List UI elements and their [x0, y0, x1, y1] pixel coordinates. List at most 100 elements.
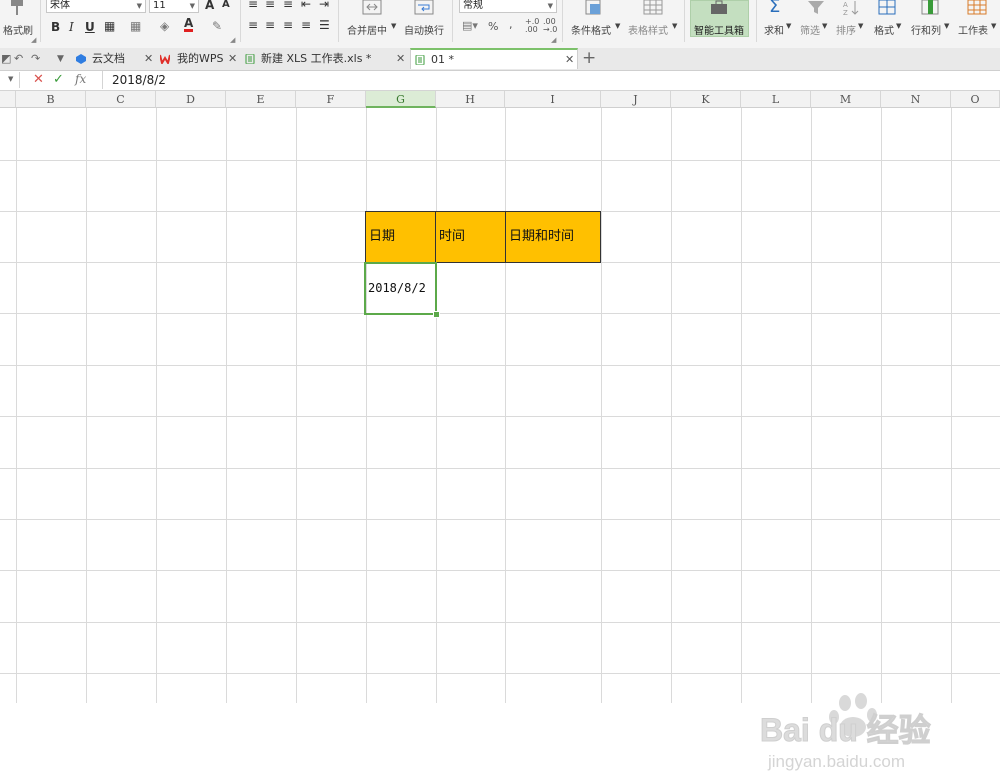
fill-color-icon[interactable]: ▦	[130, 19, 141, 33]
close-icon[interactable]: ✕	[228, 48, 237, 70]
chevron-down-icon[interactable]: ▼	[672, 22, 677, 30]
column-header[interactable]: I	[505, 91, 601, 108]
indent-increase-icon[interactable]: ⇥	[319, 0, 329, 11]
align-top-icon[interactable]: ≡	[248, 0, 258, 11]
cell-date-value[interactable]: 2018/8/2	[366, 263, 436, 314]
border-icon[interactable]: ▦	[104, 19, 115, 33]
font-grow-icon[interactable]: A	[205, 0, 214, 12]
redo-icon[interactable]: ↷	[31, 52, 40, 65]
thousands-icon[interactable]: ,	[509, 18, 513, 31]
merge-center-button[interactable]: 合并居中	[347, 22, 387, 37]
number-format-select[interactable]: 常规 ▼	[459, 0, 557, 13]
chevron-down-icon[interactable]: ▼	[391, 22, 396, 30]
align-middle-icon[interactable]: ≡	[265, 0, 275, 11]
align-right-icon[interactable]: ≡	[283, 18, 293, 32]
chevron-down-icon[interactable]: ▼	[615, 22, 620, 30]
filter-icon[interactable]	[806, 0, 826, 16]
sum-button[interactable]: 求和	[764, 22, 784, 37]
insert-function-icon[interactable]: fx	[75, 72, 86, 86]
font-color-a-icon[interactable]: A	[184, 17, 194, 32]
column-header[interactable]: M	[811, 91, 881, 108]
merge-center-icon[interactable]	[362, 0, 382, 16]
spreadsheet-grid[interactable]: B C D E F G H I J K L M N O 日期 时间 日期和时间 …	[0, 91, 1000, 771]
quick-access-dropdown-icon[interactable]: ▼	[57, 54, 64, 64]
justify-icon[interactable]: ≡	[301, 18, 311, 32]
row-header-corner[interactable]	[0, 91, 16, 108]
column-header[interactable]: C	[86, 91, 156, 108]
column-header[interactable]: B	[16, 91, 86, 108]
table-style-button[interactable]: 表格样式	[628, 22, 668, 37]
column-header[interactable]: H	[436, 91, 505, 108]
sort-button[interactable]: 排序	[836, 22, 856, 37]
bold-button[interactable]: B	[51, 20, 60, 34]
format-painter-label[interactable]: 格式刷	[3, 22, 33, 37]
wrap-text-button[interactable]: 自动换行	[404, 22, 444, 37]
filter-button[interactable]: 筛选	[800, 22, 820, 37]
column-header[interactable]: F	[296, 91, 366, 108]
increase-decimal-icon[interactable]: +.0.00	[525, 18, 539, 34]
sort-icon[interactable]: AZ	[841, 0, 861, 16]
cell-header-datetime[interactable]: 日期和时间	[505, 211, 601, 263]
column-header-selected[interactable]: G	[366, 91, 436, 108]
undo-icon[interactable]: ↶	[14, 52, 23, 65]
format-icon[interactable]	[877, 0, 897, 16]
column-header[interactable]: L	[741, 91, 811, 108]
sum-icon[interactable]: Σ	[769, 0, 780, 17]
column-header[interactable]: N	[881, 91, 951, 108]
underline-button[interactable]: U	[85, 20, 95, 34]
column-header[interactable]: K	[671, 91, 741, 108]
column-header[interactable]: D	[156, 91, 226, 108]
formula-input[interactable]: 2018/8/2	[102, 71, 1000, 89]
conditional-format-icon[interactable]	[584, 0, 604, 16]
fill-handle[interactable]	[433, 311, 440, 318]
chevron-down-icon[interactable]: ▼	[896, 22, 901, 30]
align-left-icon[interactable]: ≡	[248, 18, 258, 32]
cell-time-value[interactable]	[436, 263, 505, 314]
name-box[interactable]: ▼	[0, 72, 20, 88]
cell-header-time[interactable]: 时间	[435, 211, 506, 263]
distribute-icon[interactable]: ☰	[319, 18, 330, 32]
close-icon[interactable]: ✕	[565, 50, 574, 70]
italic-button[interactable]: I	[69, 20, 74, 34]
save-icon[interactable]: ◩	[1, 52, 11, 65]
chevron-down-icon[interactable]: ▼	[991, 22, 996, 30]
clear-format-icon[interactable]: ✎	[212, 19, 222, 33]
font-name-select[interactable]: 宋体 ▼	[46, 0, 146, 13]
table-style-icon[interactable]	[643, 0, 663, 16]
close-icon[interactable]: ✕	[144, 48, 153, 70]
cell-datetime-value[interactable]	[505, 263, 601, 314]
conditional-format-button[interactable]: 条件格式	[571, 22, 611, 37]
column-header[interactable]: J	[601, 91, 671, 108]
chevron-down-icon[interactable]: ▼	[944, 22, 949, 30]
align-center-icon[interactable]: ≡	[265, 18, 275, 32]
worksheet-button[interactable]: 工作表	[958, 22, 988, 37]
font-shrink-icon[interactable]: A	[222, 0, 230, 10]
new-tab-icon[interactable]: +	[582, 48, 596, 68]
format-button[interactable]: 格式	[874, 22, 894, 37]
dialog-launcher-icon[interactable]: ◢	[551, 36, 556, 44]
cancel-icon[interactable]: ✕	[33, 72, 44, 87]
chevron-down-icon[interactable]: ▼	[858, 22, 863, 30]
percent-button[interactable]: %	[488, 20, 498, 33]
dialog-launcher-icon[interactable]: ◢	[31, 36, 36, 44]
row-col-icon[interactable]	[920, 0, 940, 16]
tab-01-active[interactable]: 01 * ✕	[410, 48, 578, 69]
column-header[interactable]: E	[226, 91, 296, 108]
align-bottom-icon[interactable]: ≡	[283, 0, 293, 11]
wrap-text-icon[interactable]	[414, 0, 434, 16]
chevron-down-icon[interactable]: ▼	[822, 22, 827, 30]
font-color-icon[interactable]: ◈	[160, 19, 169, 33]
decrease-decimal-icon[interactable]: .00 →.0	[543, 18, 557, 34]
close-icon[interactable]: ✕	[396, 48, 405, 70]
tab-my-wps[interactable]: 我的WPS ✕	[160, 48, 240, 70]
confirm-icon[interactable]: ✓	[53, 72, 64, 87]
font-size-select[interactable]: 11 ▼	[149, 0, 199, 13]
dialog-launcher-icon[interactable]: ◢	[230, 36, 235, 44]
format-painter-icon[interactable]	[7, 0, 27, 16]
chevron-down-icon[interactable]: ▼	[786, 22, 791, 30]
currency-icon[interactable]: ▤▾	[462, 19, 478, 32]
worksheet-icon[interactable]	[967, 0, 987, 16]
tab-cloud-docs[interactable]: 云文档 ✕	[76, 48, 156, 70]
column-header[interactable]: O	[951, 91, 1000, 108]
tab-new-xls[interactable]: 新建 XLS 工作表.xls * ✕	[245, 48, 407, 70]
